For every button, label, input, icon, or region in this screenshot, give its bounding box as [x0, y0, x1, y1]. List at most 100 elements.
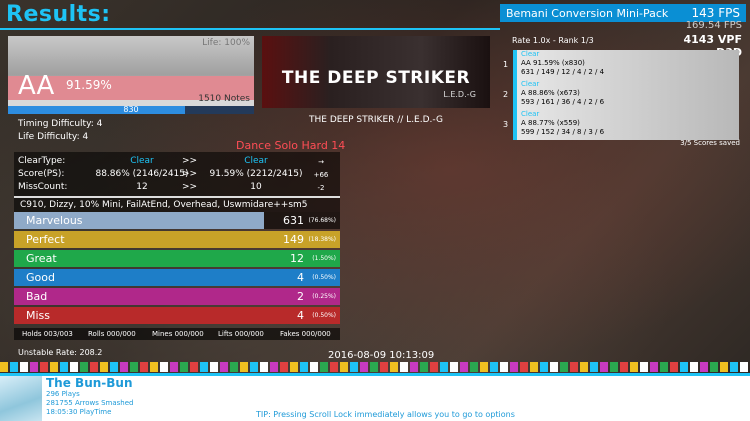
comparison-old-value: 88.86% (2146/2415) [95, 169, 189, 179]
strip-square [700, 362, 708, 372]
strip-square [150, 362, 158, 372]
pack-name: Bemani Conversion Mini-Pack [506, 7, 669, 20]
strip-square [530, 362, 538, 372]
strip-square [270, 362, 278, 372]
strip-square [0, 362, 8, 372]
saved-score-item[interactable]: 1 Clear AA 91.59% (x830) 631 / 149 / 12 / 4… [503, 50, 739, 80]
strip-square [680, 362, 688, 372]
comparison-arrow: >> [182, 169, 198, 179]
strip-square [500, 362, 508, 372]
strip-square [300, 362, 308, 372]
player-playtime: 18:05:30 PlayTime [46, 408, 112, 416]
judgment-label: Great [26, 252, 57, 265]
score-clear-bar [513, 80, 517, 110]
judgment-percent: (76.68%) [308, 217, 336, 224]
strip-square [220, 362, 228, 372]
strip-square [720, 362, 728, 372]
strip-square [360, 362, 368, 372]
strip-square [230, 362, 238, 372]
judgment-fill [14, 307, 340, 324]
strip-square [400, 362, 408, 372]
difficulty-label: Dance Solo Hard 14 [236, 139, 346, 152]
strip-square [620, 362, 628, 372]
strip-square [560, 362, 568, 372]
strip-square [660, 362, 668, 372]
comparison-arrow: >> [182, 182, 198, 192]
judgment-fill [14, 288, 340, 305]
score-percent: 91.59% [66, 78, 112, 92]
strip-square [330, 362, 338, 372]
timing-difficulty: Timing Difficulty: 4 [18, 119, 103, 129]
strip-square [320, 362, 328, 372]
judgment-row-miss: Miss 4 (0.50%) [14, 307, 340, 324]
saved-score-item[interactable]: 2 Clear A 88.86% (x673) 593 / 161 / 36 / 4 … [503, 80, 739, 110]
strip-square [160, 362, 168, 372]
judgment-label: Bad [26, 290, 48, 303]
score-grade-line: AA 91.59% (x830) [521, 59, 585, 67]
judgment-percent: (18.38%) [308, 236, 336, 243]
notes-count: 1510 Notes [198, 94, 250, 104]
strip-square [50, 362, 58, 372]
saved-score-item[interactable]: 3 Clear A 88.77% (x559) 599 / 152 / 34 / 8 … [503, 110, 739, 140]
comparison-label: MissCount: [18, 182, 68, 192]
mines-count: Mines 000/000 [152, 330, 204, 338]
fakes-count: Fakes 000/000 [280, 330, 331, 338]
score-box: Clear A 88.86% (x673) 593 / 161 / 36 / 4 /… [513, 80, 739, 110]
decorative-color-strip [0, 362, 750, 372]
holds-count: Holds 003/003 [22, 330, 73, 338]
title-underline [0, 28, 500, 30]
judgment-count: 149 [283, 233, 304, 246]
strip-square [600, 362, 608, 372]
strip-square [730, 362, 738, 372]
score-comparison-table: ClearType: Clear >> Clear → Score(PS): 88.86% … [14, 152, 340, 196]
tip-text: TIP: Pressing Scroll Lock immediately al… [256, 410, 515, 419]
strip-square [630, 362, 638, 372]
unstable-rate: Unstable Rate: 208.2 [18, 348, 103, 357]
strip-square [570, 362, 578, 372]
judgment-label: Perfect [26, 233, 65, 246]
score-grade-line: A 88.86% (x673) [521, 89, 580, 97]
judgment-count: 4 [297, 309, 304, 322]
strip-square [370, 362, 378, 372]
strip-square [310, 362, 318, 372]
comparison-diff: +66 [313, 171, 329, 179]
rolls-count: Rolls 000/000 [88, 330, 136, 338]
score-grade-line: A 88.77% (x559) [521, 119, 580, 127]
strip-square [200, 362, 208, 372]
judgment-label: Good [26, 271, 55, 284]
strip-square [30, 362, 38, 372]
judgment-percent: (0.50%) [312, 274, 336, 281]
strip-square [390, 362, 398, 372]
modifiers-text: C910, Dizzy, 10% Mini, FailAtEnd, Overhe… [20, 200, 308, 210]
song-banner: THE DEEP STRIKER L.E.D.-G [262, 36, 490, 108]
strip-square [670, 362, 678, 372]
strip-square [340, 362, 348, 372]
holds-summary: Holds 003/003 Rolls 000/000 Mines 000/00… [14, 328, 340, 340]
judgment-row-good: Good 4 (0.50%) [14, 269, 340, 286]
score-clear-type: Clear [521, 50, 540, 58]
song-title-artist: THE DEEP STRIKER // L.E.D.-G [309, 115, 443, 125]
life-graph-bar: 830 [8, 105, 254, 114]
strip-square [430, 362, 438, 372]
comparison-diff: -2 [317, 184, 325, 192]
judgment-percent: (1.50%) [312, 255, 336, 262]
strip-square [650, 362, 658, 372]
strip-square [20, 362, 28, 372]
judgment-label: Miss [26, 309, 51, 322]
comparison-old-value: 12 [136, 182, 148, 192]
score-clear-bar [513, 110, 517, 140]
modifiers-bar: C910, Dizzy, 10% Mini, FailAtEnd, Overhe… [14, 198, 340, 212]
strip-square [350, 362, 358, 372]
comparison-row: Score(PS): 88.86% (2146/2415) >> 91.59% (22… [14, 169, 340, 182]
strip-square [130, 362, 138, 372]
judgment-count: 4 [297, 271, 304, 284]
comparison-new-value: Clear [244, 156, 268, 166]
strip-square [740, 362, 748, 372]
comparison-label: Score(PS): [18, 169, 65, 179]
strip-square [140, 362, 148, 372]
score-clear-type: Clear [521, 110, 540, 118]
strip-square [550, 362, 558, 372]
strip-square [290, 362, 298, 372]
score-judgment-line: 599 / 152 / 34 / 8 / 3 / 6 [521, 128, 605, 136]
scores-saved-label: 3/5 Scores saved [680, 139, 740, 147]
